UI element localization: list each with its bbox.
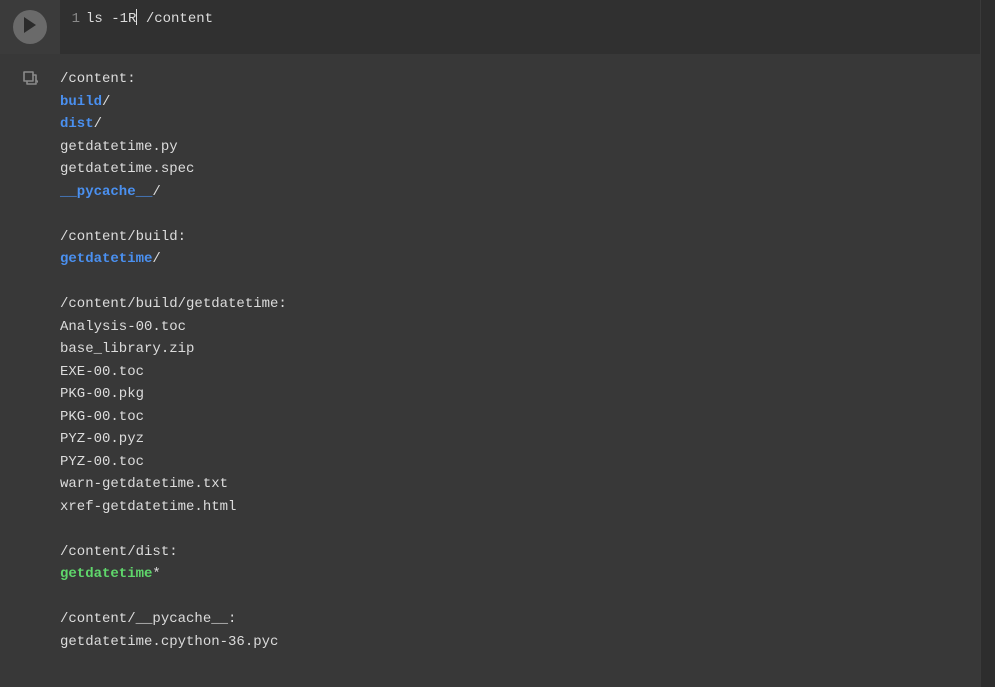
output-text: xref-getdatetime.html xyxy=(60,499,236,515)
output-text: * xyxy=(152,566,160,582)
output-row: /content:build/dist/getdatetime.pygetdat… xyxy=(0,54,980,653)
line-number-gutter: 1 xyxy=(60,8,86,46)
output-line: /content/dist: xyxy=(60,541,980,564)
output-toggle-icon[interactable] xyxy=(22,70,38,91)
output-text: /content/__pycache__: xyxy=(60,611,236,627)
output-text: base_library.zip xyxy=(60,341,194,357)
output-text: PYZ-00.pyz xyxy=(60,431,144,447)
vertical-scrollbar[interactable] xyxy=(980,0,995,687)
output-line xyxy=(60,271,980,294)
output-line xyxy=(60,518,980,541)
code-segment: ls -1R xyxy=(86,11,136,27)
output-line: warn-getdatetime.txt xyxy=(60,473,980,496)
output-text: EXE-00.toc xyxy=(60,364,144,380)
output-line: PKG-00.pkg xyxy=(60,383,980,406)
code-input-row: 1 ls -1R /content xyxy=(0,0,980,54)
output-text: / xyxy=(102,94,110,110)
directory-name: __pycache__ xyxy=(60,184,152,200)
notebook-cell: 1 ls -1R /content /content:build/dist/ge… xyxy=(0,0,980,653)
output-text: /content/build: xyxy=(60,229,186,245)
run-button-gutter xyxy=(0,0,60,54)
output-line xyxy=(60,203,980,226)
output-text: warn-getdatetime.txt xyxy=(60,476,228,492)
directory-name: dist xyxy=(60,116,94,132)
output-line: /content: xyxy=(60,68,980,91)
output-text: /content: xyxy=(60,71,136,87)
output-text: / xyxy=(152,184,160,200)
output-line: build/ xyxy=(60,91,980,114)
code-editor[interactable]: 1 ls -1R /content xyxy=(60,0,980,54)
output-text: PYZ-00.toc xyxy=(60,454,144,470)
play-icon xyxy=(23,17,37,38)
output-text: getdatetime.spec xyxy=(60,161,194,177)
output-line: base_library.zip xyxy=(60,338,980,361)
output-line: getdatetime/ xyxy=(60,248,980,271)
executable-name: getdatetime xyxy=(60,566,152,582)
output-text: getdatetime.py xyxy=(60,139,178,155)
output-line: __pycache__/ xyxy=(60,181,980,204)
output-text: /content/dist: xyxy=(60,544,178,560)
output-line: /content/build/getdatetime: xyxy=(60,293,980,316)
output-text: /content/build/getdatetime: xyxy=(60,296,287,312)
output-line: getdatetime.cpython-36.pyc xyxy=(60,631,980,654)
output-text: PKG-00.toc xyxy=(60,409,144,425)
line-number: 1 xyxy=(72,11,80,27)
output-text: Analysis-00.toc xyxy=(60,319,186,335)
output-text: PKG-00.pkg xyxy=(60,386,144,402)
output-line: getdatetime.py xyxy=(60,136,980,159)
output-body[interactable]: /content:build/dist/getdatetime.pygetdat… xyxy=(60,68,980,653)
code-segment: /content xyxy=(137,11,213,27)
output-line: xref-getdatetime.html xyxy=(60,496,980,519)
output-text: getdatetime.cpython-36.pyc xyxy=(60,634,278,650)
output-line: PYZ-00.toc xyxy=(60,451,980,474)
output-line: getdatetime* xyxy=(60,563,980,586)
output-gutter xyxy=(0,68,60,91)
output-line: EXE-00.toc xyxy=(60,361,980,384)
code-line[interactable]: ls -1R /content xyxy=(86,8,980,46)
output-text: / xyxy=(94,116,102,132)
output-line: /content/__pycache__: xyxy=(60,608,980,631)
directory-name: getdatetime xyxy=(60,251,152,267)
output-line: Analysis-00.toc xyxy=(60,316,980,339)
output-line: PKG-00.toc xyxy=(60,406,980,429)
output-text: / xyxy=(152,251,160,267)
output-line: PYZ-00.pyz xyxy=(60,428,980,451)
output-line: /content/build: xyxy=(60,226,980,249)
directory-name: build xyxy=(60,94,102,110)
output-line xyxy=(60,586,980,609)
output-line: getdatetime.spec xyxy=(60,158,980,181)
run-button[interactable] xyxy=(13,10,47,44)
output-line: dist/ xyxy=(60,113,980,136)
